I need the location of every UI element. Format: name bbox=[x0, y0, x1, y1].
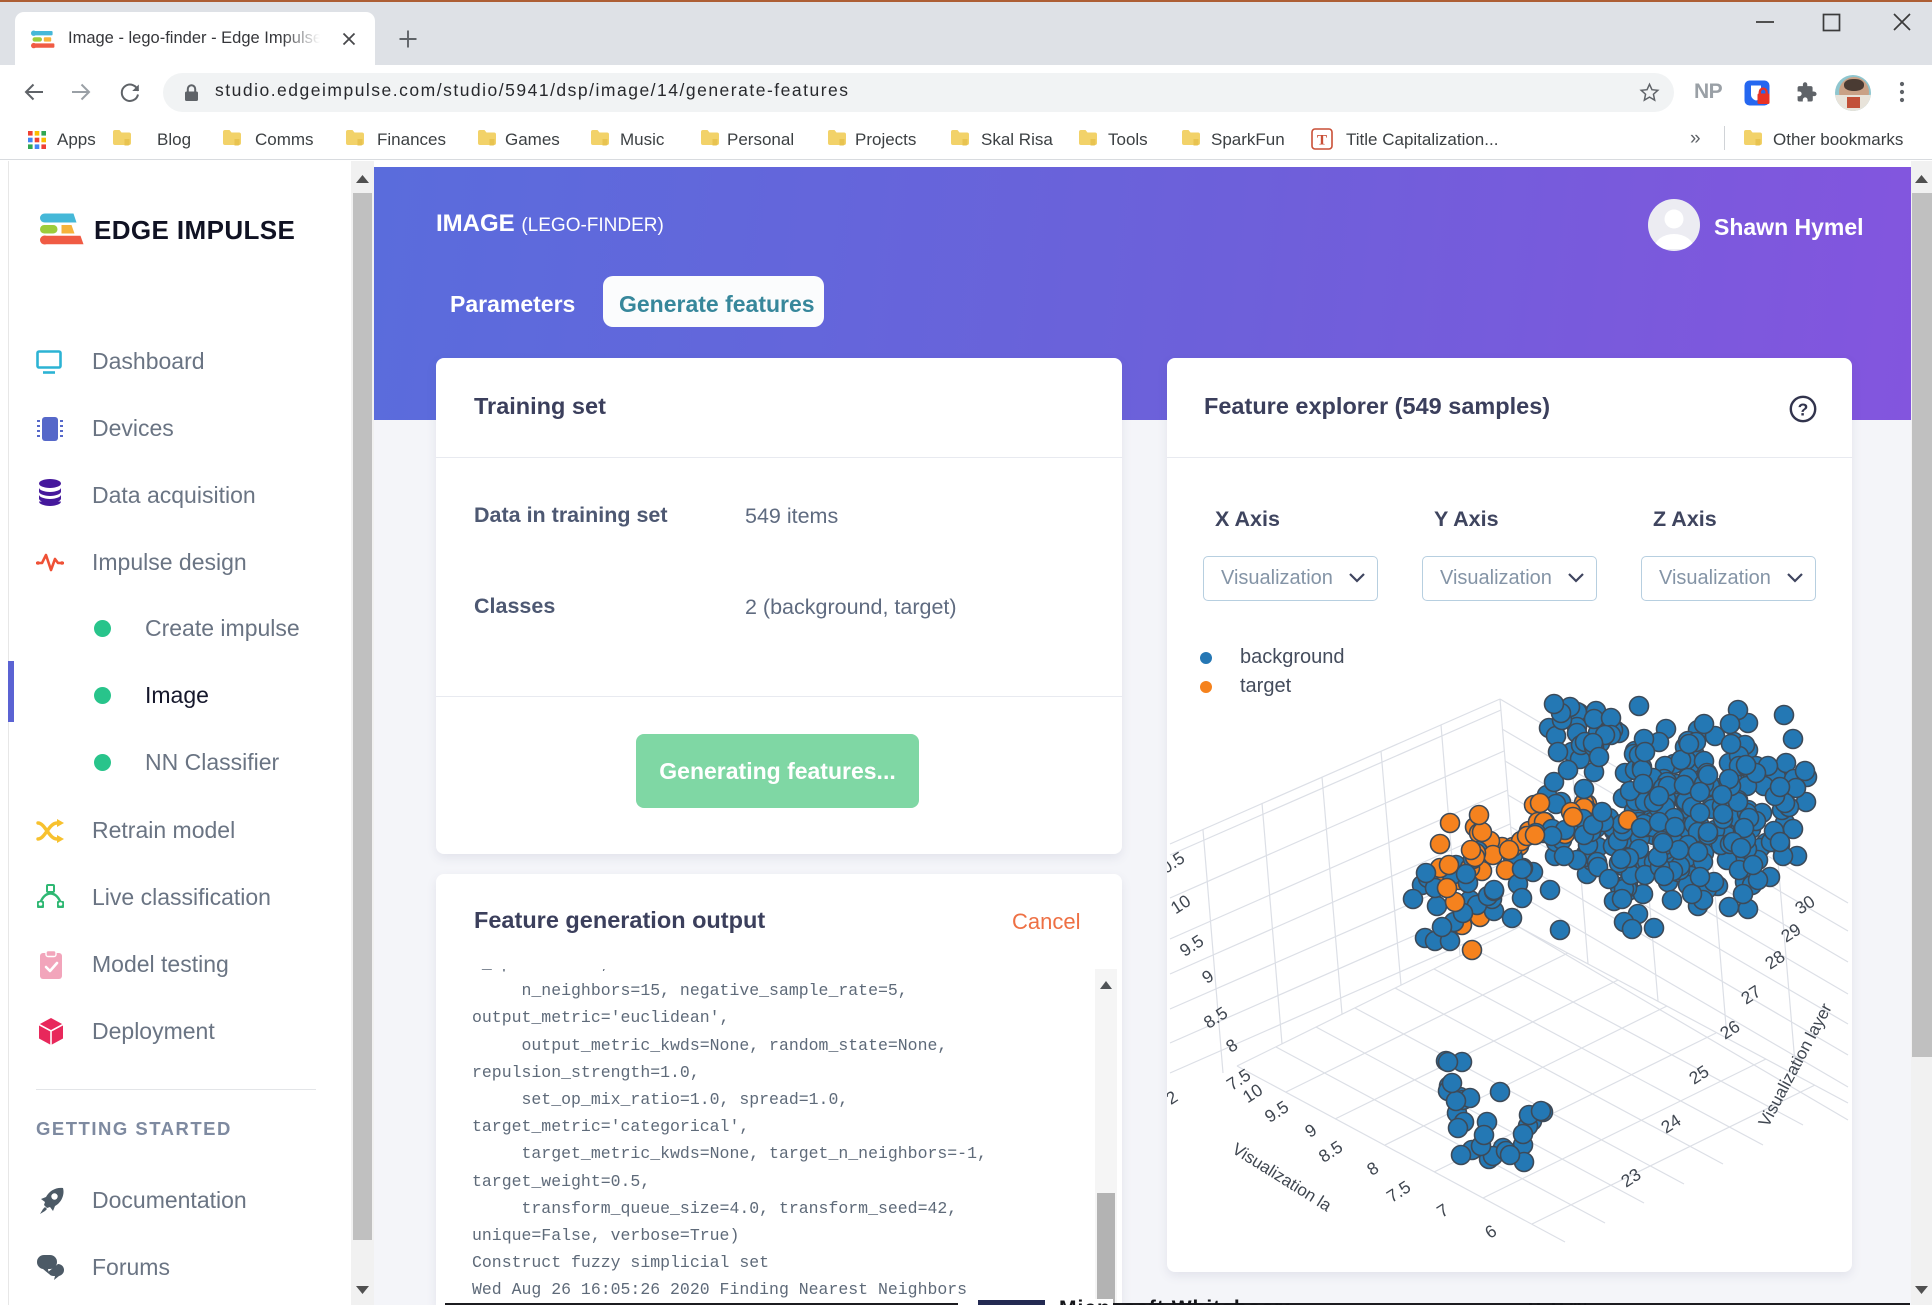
svg-text:T: T bbox=[1317, 133, 1327, 149]
svg-text:26: 26 bbox=[1716, 1016, 1743, 1043]
svg-text:?: ? bbox=[1798, 400, 1809, 420]
svg-text:2: 2 bbox=[1167, 1087, 1181, 1109]
svg-text:25: 25 bbox=[1685, 1061, 1712, 1088]
svg-text:9: 9 bbox=[1301, 1120, 1320, 1142]
svg-text:24: 24 bbox=[1657, 1110, 1684, 1138]
svg-text:28: 28 bbox=[1761, 946, 1788, 973]
svg-text:9.5: 9.5 bbox=[1261, 1097, 1292, 1127]
svg-text:8: 8 bbox=[1363, 1158, 1382, 1180]
svg-text:6: 6 bbox=[1481, 1221, 1500, 1243]
svg-text:7: 7 bbox=[1433, 1200, 1452, 1222]
svg-text:10: 10 bbox=[1167, 890, 1194, 918]
svg-text:Visualization layer: Visualization layer bbox=[1755, 1000, 1836, 1130]
svg-text:9.5: 9.5 bbox=[1176, 931, 1207, 961]
svg-text:30: 30 bbox=[1791, 891, 1818, 919]
svg-text:23: 23 bbox=[1617, 1164, 1644, 1191]
svg-text:0.5: 0.5 bbox=[1167, 848, 1188, 878]
svg-text:7.5: 7.5 bbox=[1383, 1177, 1414, 1207]
svg-text:8: 8 bbox=[1222, 1035, 1241, 1057]
svg-text:8.5: 8.5 bbox=[1315, 1137, 1346, 1167]
